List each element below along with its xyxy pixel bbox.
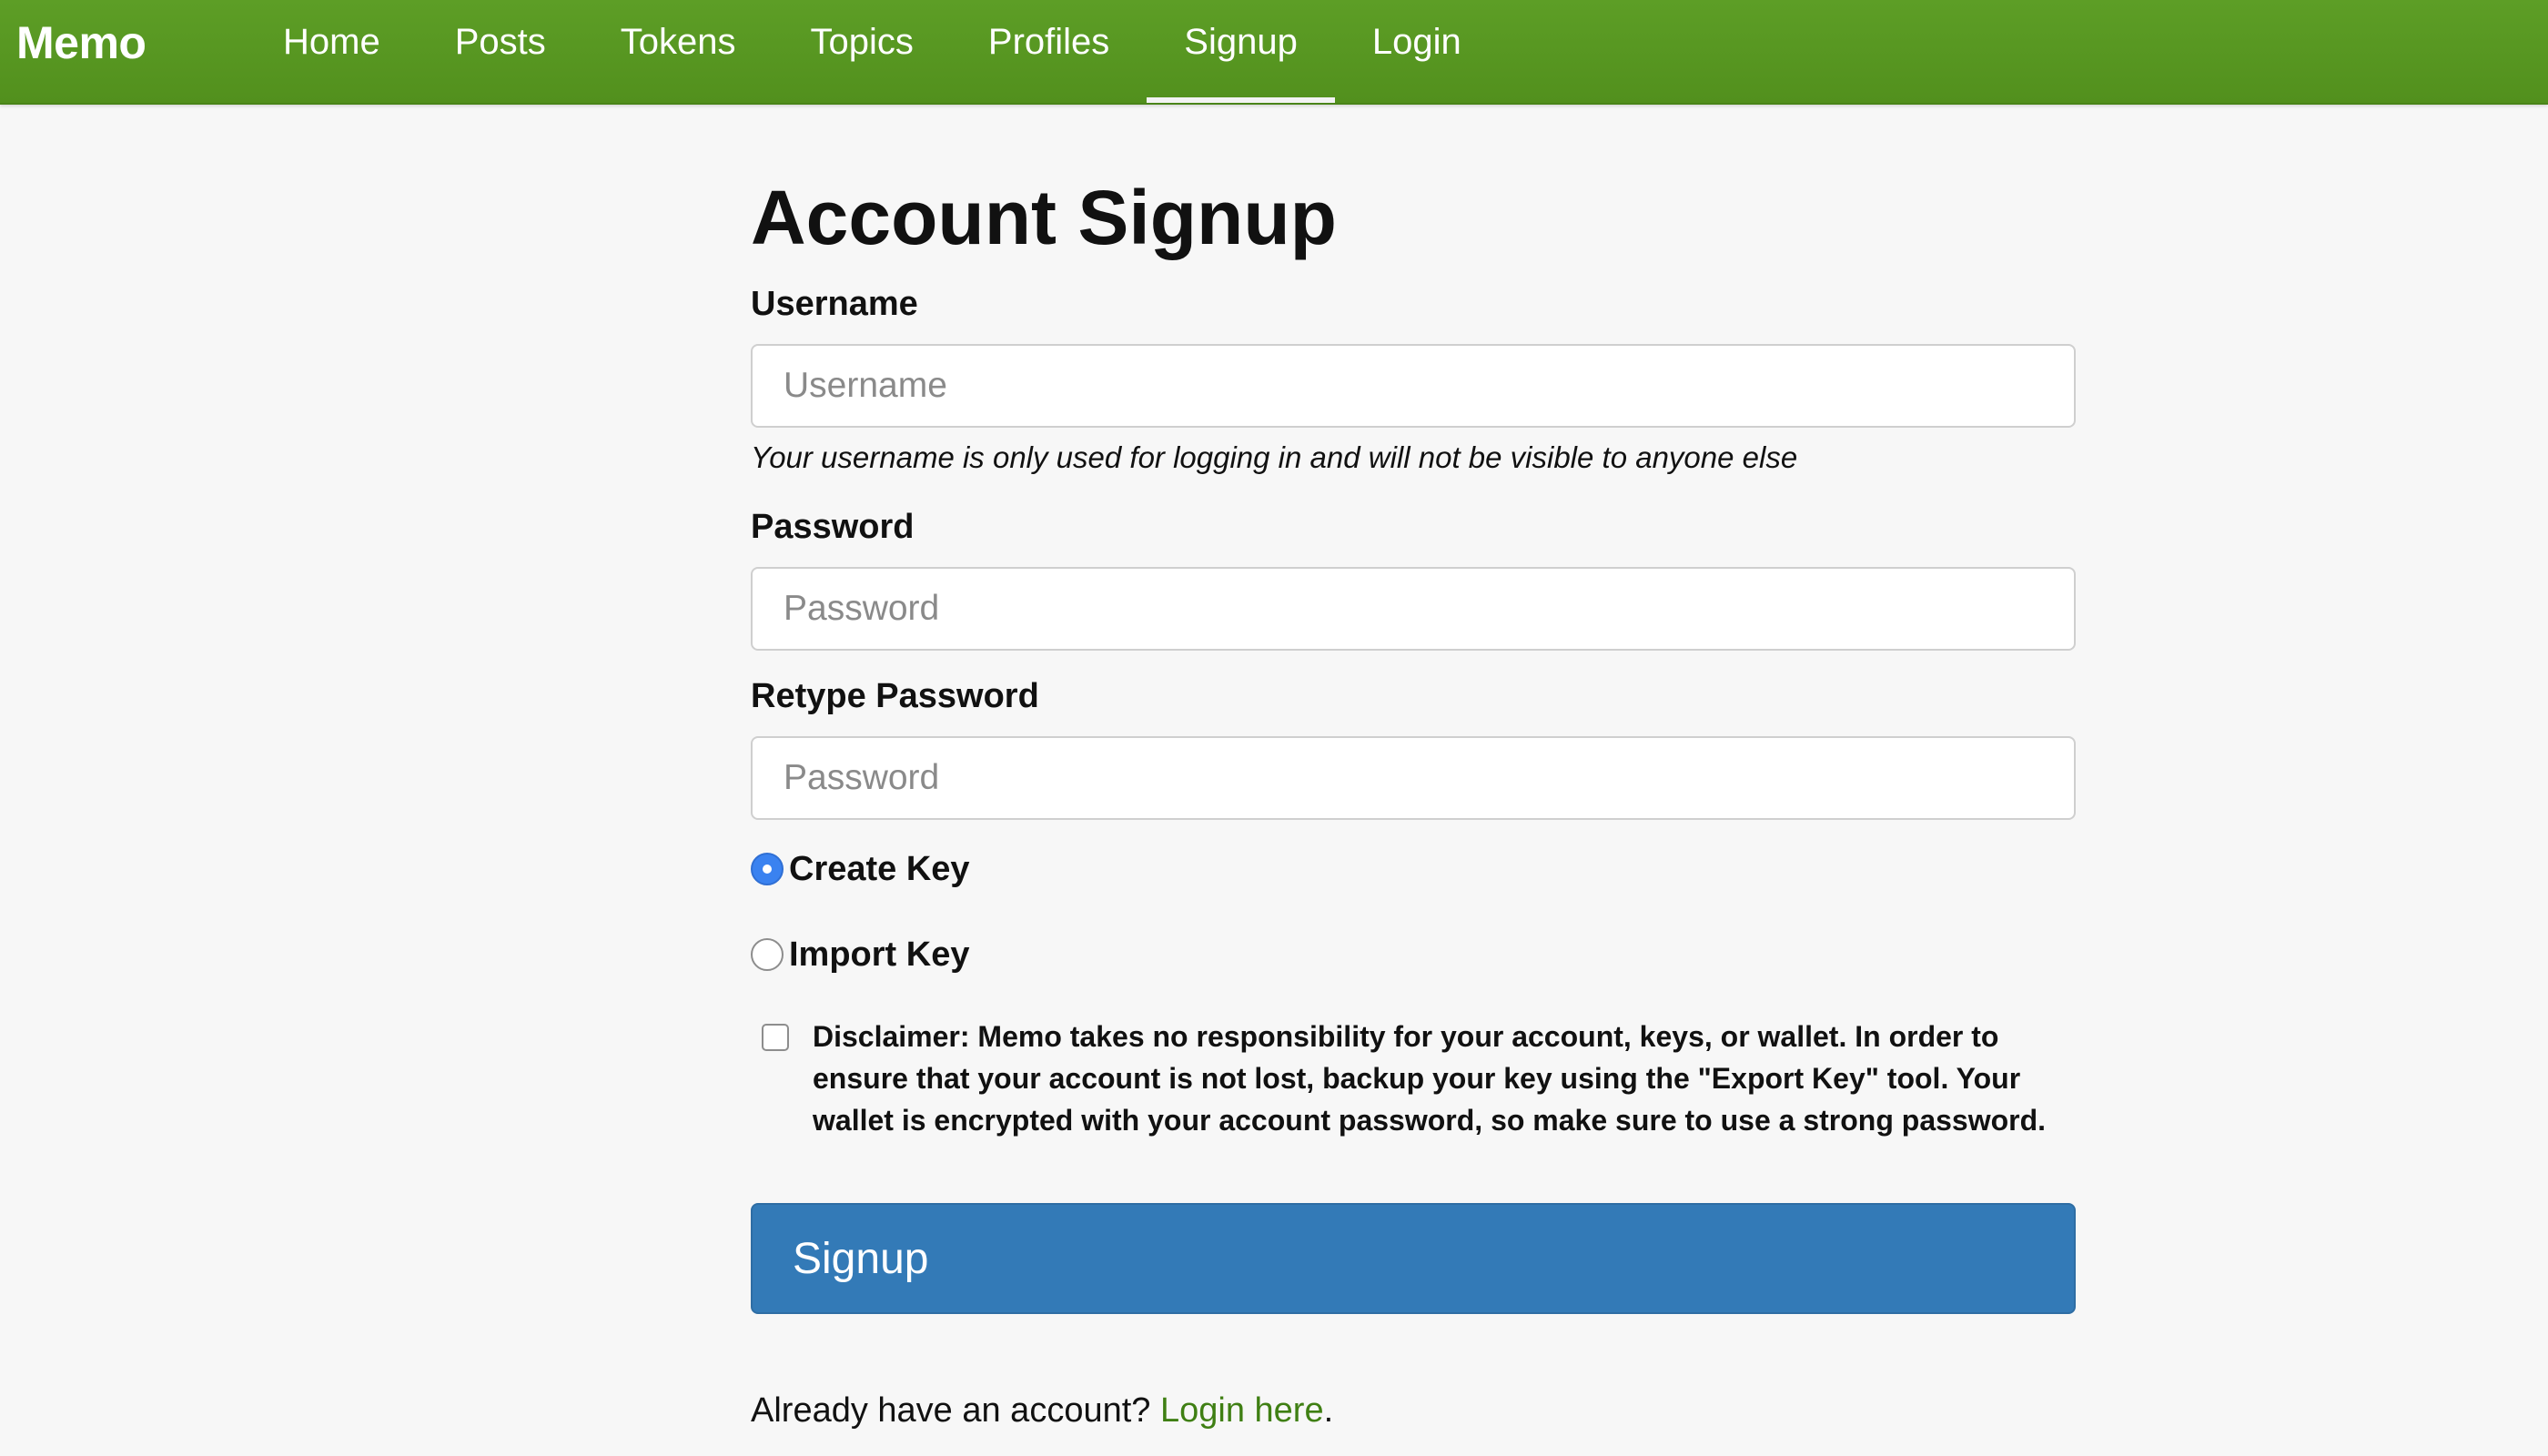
nav-link-login[interactable]: Login xyxy=(1372,22,1461,63)
login-prompt-suffix: . xyxy=(1323,1391,1334,1430)
nav-item-posts: Posts xyxy=(418,0,583,103)
import-key-option[interactable]: Import Key xyxy=(751,933,969,976)
nav-item-signup: Signup xyxy=(1147,0,1335,103)
login-here-link[interactable]: Login here xyxy=(1160,1391,1324,1430)
nav-menu: Home Posts Tokens Topics Profiles Signup… xyxy=(246,0,1499,103)
password-label: Password xyxy=(751,508,915,546)
disclaimer-checkbox[interactable] xyxy=(762,1024,789,1051)
nav-item-profiles: Profiles xyxy=(951,0,1147,103)
nav-link-home[interactable]: Home xyxy=(283,22,380,63)
page-title: Account Signup xyxy=(751,175,1337,260)
retype-password-input[interactable] xyxy=(751,736,2076,820)
create-key-radio[interactable] xyxy=(751,853,784,885)
create-key-label[interactable]: Create Key xyxy=(789,850,970,889)
login-prompt: Already have an account? Login here. xyxy=(751,1391,1333,1431)
top-navbar: Memo Home Posts Tokens Topics Profiles S… xyxy=(0,0,2548,105)
import-key-label[interactable]: Import Key xyxy=(789,935,969,975)
nav-link-topics[interactable]: Topics xyxy=(811,22,914,63)
nav-link-tokens[interactable]: Tokens xyxy=(621,22,736,63)
signup-button[interactable]: Signup xyxy=(751,1203,2076,1314)
disclaimer-text: Disclaimer: Memo takes no responsibility… xyxy=(813,1020,2047,1137)
nav-link-posts[interactable]: Posts xyxy=(455,22,546,63)
nav-item-login: Login xyxy=(1335,0,1499,103)
import-key-radio[interactable] xyxy=(751,938,784,971)
password-input[interactable] xyxy=(751,567,2076,651)
username-label: Username xyxy=(751,285,918,323)
nav-item-topics: Topics xyxy=(774,0,951,103)
retype-password-label: Retype Password xyxy=(751,677,1039,715)
brand-logo[interactable]: Memo xyxy=(16,16,147,69)
username-help-text: Your username is only used for logging i… xyxy=(751,440,1798,474)
nav-link-signup[interactable]: Signup xyxy=(1184,22,1298,63)
nav-link-profiles[interactable]: Profiles xyxy=(988,22,1109,63)
nav-item-tokens: Tokens xyxy=(583,0,774,103)
login-prompt-text: Already have an account? xyxy=(751,1391,1160,1430)
nav-item-home: Home xyxy=(246,0,418,103)
create-key-option[interactable]: Create Key xyxy=(751,847,970,891)
username-input[interactable] xyxy=(751,344,2076,428)
